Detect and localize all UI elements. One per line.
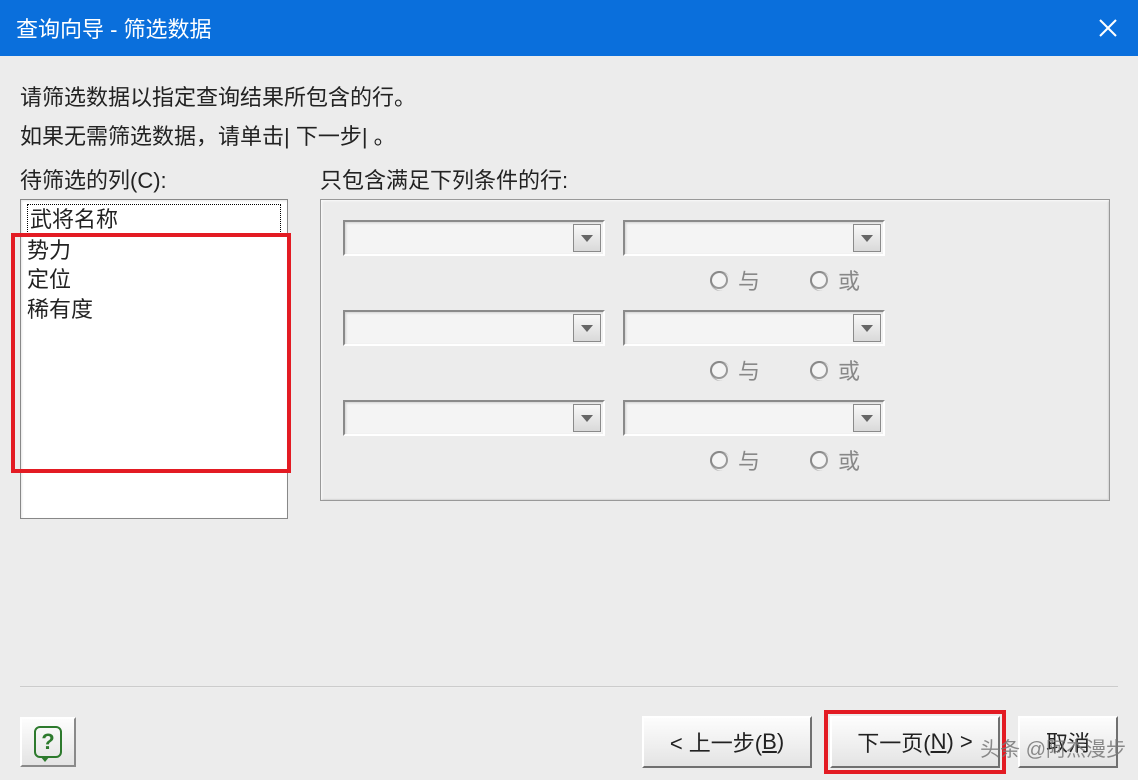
back-button[interactable]: < 上一步(B) bbox=[642, 716, 812, 768]
or-radio-1[interactable]: 或 bbox=[810, 264, 860, 296]
chevron-down-icon bbox=[861, 415, 873, 422]
and-radio-1[interactable]: 与 bbox=[710, 264, 760, 296]
filter-panel: 与 或 与 或 与 或 bbox=[320, 199, 1110, 501]
next-button[interactable]: 下一页(N) > bbox=[830, 716, 1000, 768]
and-radio-3[interactable]: 与 bbox=[710, 444, 760, 476]
separator bbox=[20, 686, 1118, 688]
and-label: 与 bbox=[738, 264, 760, 296]
columns-label: 待筛选的列(C): bbox=[20, 163, 320, 195]
list-item[interactable]: 稀有度 bbox=[27, 295, 281, 325]
conditions-label: 只包含满足下列条件的行: bbox=[320, 163, 568, 195]
list-item[interactable]: 定位 bbox=[27, 265, 281, 295]
columns-listbox[interactable]: 武将名称 势力 定位 稀有度 bbox=[20, 199, 288, 519]
condition-field-combo-3[interactable] bbox=[343, 400, 605, 436]
and-radio-2[interactable]: 与 bbox=[710, 354, 760, 386]
instruction-line-1: 请筛选数据以指定查询结果所包含的行。 bbox=[20, 81, 1118, 114]
condition-field-combo-2[interactable] bbox=[343, 310, 605, 346]
or-radio-2[interactable]: 或 bbox=[810, 354, 860, 386]
help-icon: ? bbox=[34, 726, 62, 758]
or-label: 或 bbox=[838, 354, 860, 386]
condition-value-combo-3[interactable] bbox=[623, 400, 885, 436]
condition-value-combo-1[interactable] bbox=[623, 220, 885, 256]
chevron-down-icon bbox=[861, 325, 873, 332]
condition-field-combo-1[interactable] bbox=[343, 220, 605, 256]
chevron-down-icon bbox=[861, 235, 873, 242]
titlebar: 查询向导 - 筛选数据 bbox=[0, 0, 1138, 56]
close-button[interactable] bbox=[1078, 0, 1138, 56]
and-label: 与 bbox=[738, 444, 760, 476]
condition-value-combo-2[interactable] bbox=[623, 310, 885, 346]
chevron-down-icon bbox=[581, 415, 593, 422]
or-label: 或 bbox=[838, 444, 860, 476]
chevron-down-icon bbox=[581, 235, 593, 242]
close-icon bbox=[1098, 18, 1118, 38]
window-title: 查询向导 - 筛选数据 bbox=[16, 12, 212, 44]
cancel-button[interactable]: 取消 bbox=[1018, 716, 1118, 768]
and-label: 与 bbox=[738, 354, 760, 386]
list-item[interactable]: 势力 bbox=[27, 236, 281, 266]
dialog-body: 请筛选数据以指定查询结果所包含的行。 如果无需筛选数据，请单击| 下一步| 。 … bbox=[0, 56, 1138, 780]
chevron-down-icon bbox=[581, 325, 593, 332]
list-item[interactable]: 武将名称 bbox=[27, 204, 281, 236]
instruction-line-2: 如果无需筛选数据，请单击| 下一步| 。 bbox=[20, 120, 1118, 153]
help-button[interactable]: ? bbox=[20, 717, 76, 767]
or-label: 或 bbox=[838, 264, 860, 296]
or-radio-3[interactable]: 或 bbox=[810, 444, 860, 476]
